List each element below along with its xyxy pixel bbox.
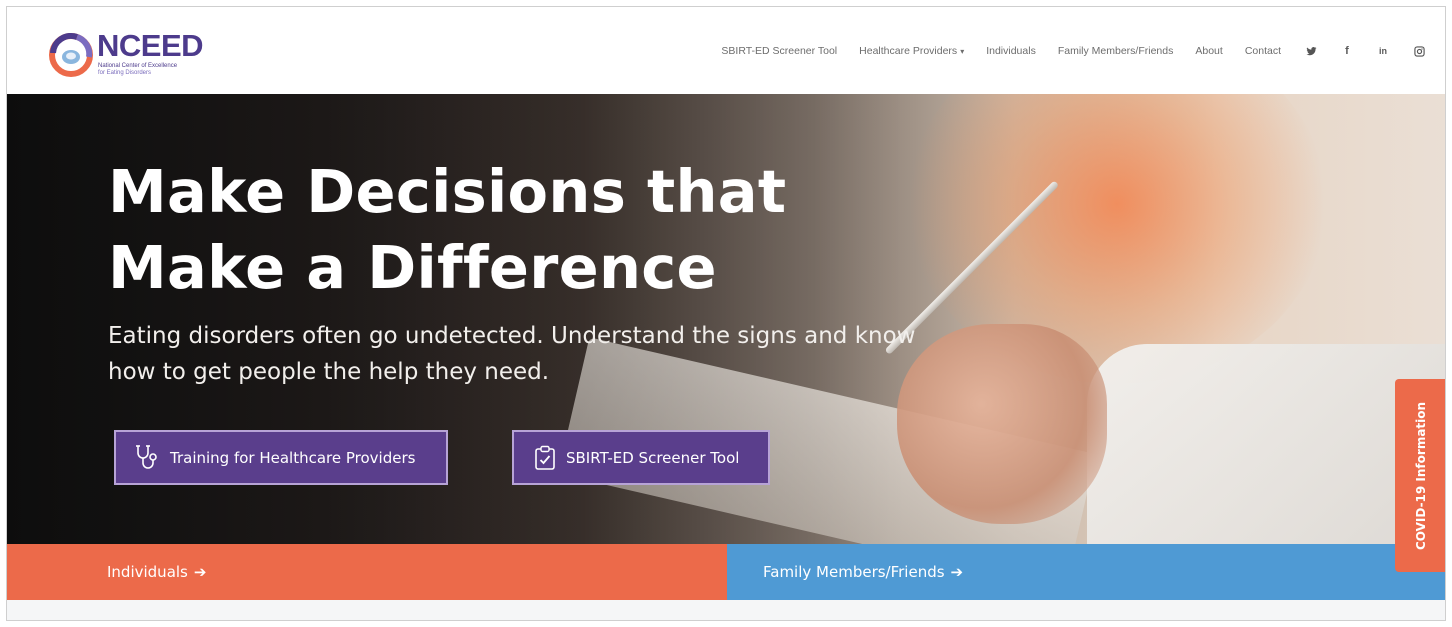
facebook-icon[interactable]: f [1341,45,1353,57]
nav-healthcare-providers-label: Healthcare Providers [859,45,958,57]
covid-tab-label: COVID-19 Information [1414,401,1429,550]
instagram-icon[interactable] [1413,45,1425,57]
logo-mark-icon [49,32,93,77]
site-header: NCEED National Center of Excellence for … [7,7,1445,94]
arrow-right-icon: ➔ [193,563,207,581]
instagram-glyph [1413,45,1425,57]
nav-contact[interactable]: Contact [1245,45,1281,57]
individuals-bar-link[interactable]: Individuals ➔ [7,544,727,600]
training-healthcare-providers-button[interactable]: Training for Healthcare Providers [114,430,448,485]
clipboard-check-icon [535,445,555,470]
training-button-label: Training for Healthcare Providers [170,448,416,467]
stethoscope-icon [136,444,157,469]
hero-headline-line2: Make a Difference [108,233,717,302]
logo-subtitle-line2: for Eating Disorders [98,70,152,76]
page-frame: NCEED National Center of Excellence for … [6,6,1446,621]
nav-family-members[interactable]: Family Members/Friends [1058,45,1174,57]
sbirt-ed-screener-button[interactable]: SBIRT-ED Screener Tool [512,430,770,485]
screener-button-label: SBIRT-ED Screener Tool [566,448,740,467]
nav-individuals[interactable]: Individuals [986,45,1036,57]
arrow-right-icon: ➔ [950,563,964,581]
linkedin-icon[interactable]: in [1377,45,1389,57]
individuals-bar-label: Individuals [107,563,188,581]
nav-healthcare-providers[interactable]: Healthcare Providers ▾ [859,45,964,57]
chevron-down-icon: ▾ [960,47,965,56]
twitter-icon[interactable] [1305,45,1317,57]
page-content-strip [7,600,1445,620]
main-nav: SBIRT-ED Screener Tool Healthcare Provid… [721,43,1425,59]
twitter-glyph [1305,46,1317,55]
nav-sbirt-ed-screener[interactable]: SBIRT-ED Screener Tool [721,45,837,57]
hero-subline: Eating disorders often go undetected. Un… [108,323,916,385]
hero-photo-coat [1087,344,1445,544]
hero-banner: Make Decisions that Make a Difference Ea… [7,94,1445,544]
hero-headline: Make Decisions that Make a Difference [108,154,786,306]
family-members-bar-link[interactable]: Family Members/Friends ➔ [727,544,1445,600]
nav-about[interactable]: About [1195,45,1222,57]
hero-headline-line1: Make Decisions that [108,157,787,226]
nceed-logo[interactable]: NCEED National Center of Excellence for … [47,29,217,79]
family-members-bar-label: Family Members/Friends [763,563,945,581]
logo-wordmark: NCEED [97,28,204,63]
logo-subtitle-line1: National Center of Excellence [98,63,178,69]
covid-19-information-tab[interactable]: COVID-19 Information [1395,379,1445,572]
